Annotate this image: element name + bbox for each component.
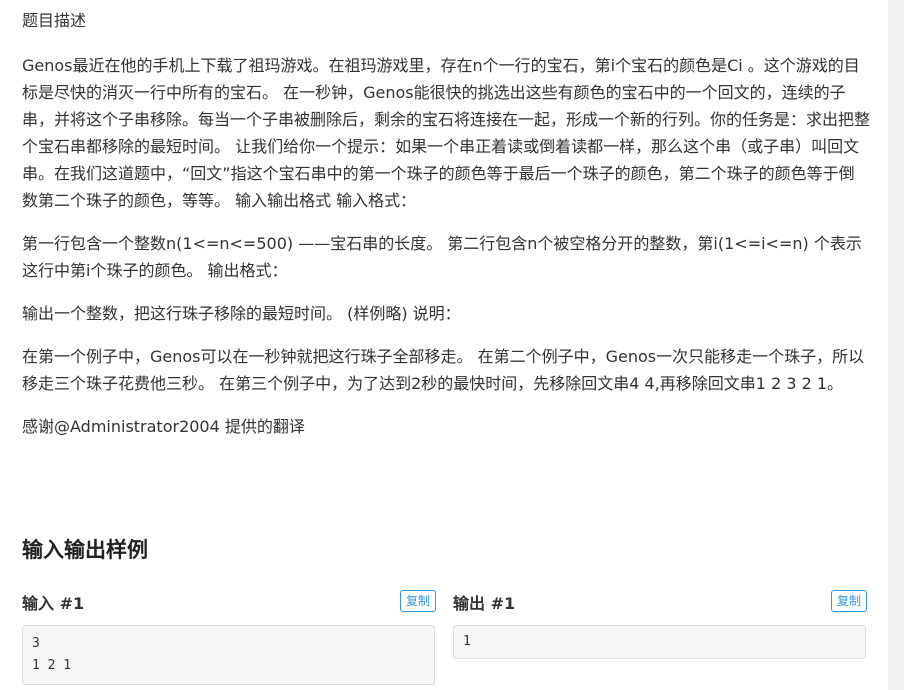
samples-title: 输入输出样例 bbox=[22, 538, 148, 562]
sample-input-block: 输入 #1 复制 3 1 2 1 bbox=[22, 588, 436, 685]
input-format-paragraph: 第一行包含一个整数n(1<=n<=500) ——宝石串的长度。 第二行包含n个被… bbox=[22, 234, 862, 280]
sample-input-label: 输入 #1 bbox=[22, 594, 85, 613]
sample-input-code[interactable]: 3 1 2 1 bbox=[22, 625, 435, 685]
copy-input-button[interactable]: 复制 bbox=[399, 590, 436, 612]
output-format-paragraph: 输出一个整数，把这行珠子移除的最短时间。 (样例略) 说明： bbox=[22, 304, 461, 323]
page-scrollbar[interactable] bbox=[888, 0, 904, 690]
sample-output-code[interactable]: 1 bbox=[453, 625, 866, 659]
translation-credit: 感谢@Administrator2004 提供的翻译 bbox=[22, 417, 305, 436]
problem-description: Genos最近在他的手机上下载了祖玛游戏。在祖玛游戏里，存在n个一行的宝石，第i… bbox=[22, 52, 870, 456]
sample-output-label: 输出 #1 bbox=[453, 594, 516, 613]
sample-output-block: 输出 #1 复制 1 bbox=[453, 588, 867, 659]
description-paragraph: Genos最近在他的手机上下载了祖玛游戏。在祖玛游戏里，存在n个一行的宝石，第i… bbox=[22, 56, 871, 210]
copy-output-button[interactable]: 复制 bbox=[830, 590, 867, 612]
explanation-paragraph: 在第一个例子中，Genos可以在一秒钟就把这行珠子全部移走。 在第二个例子中，G… bbox=[22, 347, 865, 393]
sample-input-header: 输入 #1 复制 bbox=[22, 588, 436, 622]
sample-output-header: 输出 #1 复制 bbox=[453, 588, 867, 622]
description-heading: 题目描述 bbox=[22, 11, 87, 30]
